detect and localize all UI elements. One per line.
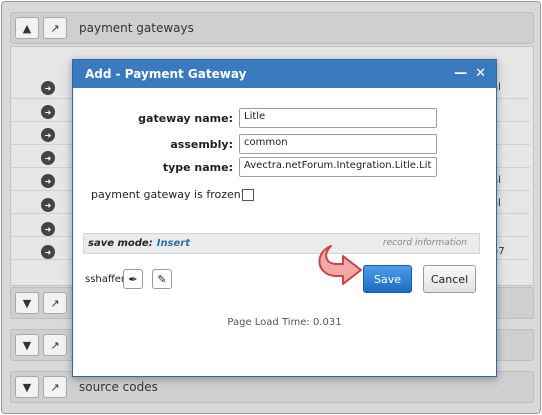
gateway-name-input[interactable]: Litle [239, 108, 437, 128]
goto-arrow-icon[interactable]: ➜ [41, 198, 55, 212]
section-title: source codes [79, 380, 158, 394]
open-window-button[interactable]: ↗ [43, 334, 67, 356]
frozen-label: payment gateway is frozen? [91, 188, 247, 201]
save-mode-bar: save mode: Insert record information [83, 233, 480, 254]
frozen-checkbox[interactable] [242, 189, 254, 201]
section-title: payment gateways [79, 21, 194, 35]
add-payment-gateway-dialog: Add - Payment Gateway — ✕ gateway name: … [72, 59, 497, 377]
app-frame: ▲ ↗ payment gateways ➜ al ➜ ➜ ➜ ➜ al ➜ a… [1, 1, 541, 414]
goto-arrow-icon[interactable]: ➜ [41, 128, 55, 142]
page-load-time: Page Load Time: 0.031 [227, 317, 342, 328]
goto-arrow-icon[interactable]: ➜ [41, 245, 55, 259]
goto-arrow-icon[interactable]: ➜ [41, 105, 55, 119]
expand-down-button[interactable]: ▼ [15, 376, 39, 398]
cancel-button[interactable]: Cancel [423, 265, 476, 293]
edit-icon[interactable]: ✎ [152, 269, 172, 289]
open-window-button[interactable]: ↗ [43, 376, 67, 398]
payment-gateways-bar: ▲ ↗ payment gateways [10, 12, 534, 44]
assembly-label: assembly: [170, 138, 233, 151]
expand-down-button[interactable]: ▼ [15, 334, 39, 356]
type-name-input[interactable]: Avectra.netForum.Integration.Litle.Lit [239, 157, 437, 177]
brush-icon[interactable]: ✒ [123, 269, 143, 289]
collapse-up-button[interactable]: ▲ [15, 17, 39, 39]
save-mode-label: save mode: [88, 238, 153, 249]
expand-down-button[interactable]: ▼ [15, 292, 39, 314]
gateway-name-label: gateway name: [138, 112, 233, 125]
dialog-title: Add - Payment Gateway [85, 67, 247, 81]
goto-arrow-icon[interactable]: ➜ [41, 174, 55, 188]
record-information-link[interactable]: record information [383, 238, 467, 248]
type-name-label: type name: [162, 161, 233, 174]
save-mode-value: Insert [156, 238, 191, 249]
minimize-icon[interactable]: — [454, 66, 467, 81]
open-window-button[interactable]: ↗ [43, 17, 67, 39]
user-name: sshaffer [85, 274, 126, 285]
goto-arrow-icon[interactable]: ➜ [41, 151, 55, 165]
dialog-header: Add - Payment Gateway — ✕ [73, 60, 496, 88]
goto-arrow-icon[interactable]: ➜ [41, 222, 55, 236]
assembly-input[interactable]: common [239, 134, 437, 154]
open-window-button[interactable]: ↗ [43, 292, 67, 314]
curved-arrow-icon [318, 245, 362, 285]
close-icon[interactable]: ✕ [475, 66, 486, 81]
goto-arrow-icon[interactable]: ➜ [41, 81, 55, 95]
save-button[interactable]: Save [363, 265, 412, 293]
